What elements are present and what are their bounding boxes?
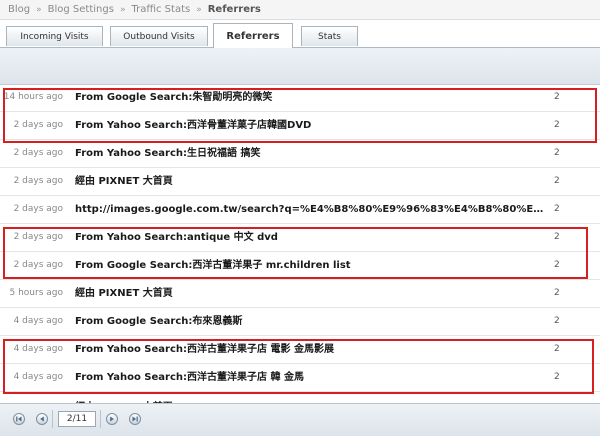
visit-count: 2 bbox=[554, 372, 560, 382]
referrer-source: 經由 PIXNET 大首頁 bbox=[75, 176, 173, 187]
breadcrumb-blog[interactable]: Blog bbox=[8, 4, 30, 15]
list-item[interactable]: 2 days ago From Google Search:西洋古董洋果子 mr… bbox=[0, 252, 600, 280]
list-item[interactable]: 2 days ago From Yahoo Search:生日祝福語 搞笑 2 bbox=[0, 140, 600, 168]
list-item[interactable]: 4 days ago From Yahoo Search:西洋古董洋果子店 韓 … bbox=[0, 364, 600, 392]
visit-time: 4 days ago bbox=[13, 316, 63, 326]
tab-outbound-visits[interactable]: Outbound Visits bbox=[110, 26, 208, 46]
visit-time: 2 days ago bbox=[13, 148, 63, 158]
referrer-source: From Google Search:朱智勛明亮的微笑 bbox=[75, 92, 273, 103]
last-page-button[interactable] bbox=[129, 413, 141, 425]
breadcrumb-traffic-stats[interactable]: Traffic Stats bbox=[131, 4, 190, 15]
referrer-source: 經由 PIXNET 大首頁 bbox=[75, 288, 173, 299]
visit-time: 14 hours ago bbox=[3, 92, 63, 102]
visit-count: 2 bbox=[554, 344, 560, 354]
tab-referrers[interactable]: Referrers bbox=[213, 23, 293, 48]
list-item[interactable]: 4 days ago From Yahoo Search:西洋古董洋果子店 電影… bbox=[0, 336, 600, 364]
visit-count: 2 bbox=[554, 260, 560, 270]
visit-count: 2 bbox=[554, 316, 560, 326]
visit-time: 2 days ago bbox=[13, 260, 63, 270]
referrer-source: From Yahoo Search:西洋古董洋果子店 電影 金馬影展 bbox=[75, 344, 334, 355]
referrer-source: From Yahoo Search:antique 中文 dvd bbox=[75, 232, 278, 243]
visit-time: 5 hours ago bbox=[9, 288, 64, 298]
next-page-button[interactable] bbox=[106, 413, 118, 425]
breadcrumb-separator: » bbox=[119, 4, 126, 15]
visit-time: 2 days ago bbox=[13, 232, 63, 242]
next-page-icon bbox=[110, 416, 114, 422]
previous-page-button[interactable] bbox=[36, 413, 48, 425]
referrer-source: From Google Search:布來恩義斯 bbox=[75, 316, 243, 327]
tab-incoming-visits[interactable]: Incoming Visits bbox=[6, 26, 103, 46]
referrer-source: http://images.google.com.tw/search?q=%E4… bbox=[75, 204, 545, 215]
referrer-source: From Yahoo Search:生日祝福語 搞笑 bbox=[75, 148, 261, 159]
referrer-source: From Yahoo Search:西洋古董洋果子店 韓 金馬 bbox=[75, 372, 304, 383]
first-page-button[interactable] bbox=[13, 413, 25, 425]
pagination-bar: 2/11 bbox=[0, 403, 600, 436]
tab-stats[interactable]: Stats bbox=[301, 26, 358, 46]
pager-divider bbox=[100, 410, 101, 428]
breadcrumb-separator: » bbox=[196, 4, 202, 15]
visit-count: 2 bbox=[554, 148, 560, 158]
visit-time: 2 days ago bbox=[13, 204, 63, 214]
list-item[interactable]: 5 hours ago 經由 PIXNET 大首頁 2 bbox=[0, 280, 600, 308]
visit-count: 2 bbox=[554, 120, 560, 130]
breadcrumb-separator: » bbox=[36, 4, 42, 15]
breadcrumb-blog-settings[interactable]: Blog Settings bbox=[48, 4, 114, 15]
pager-divider bbox=[52, 410, 53, 428]
list-item[interactable]: 2 days ago 經由 PIXNET 大首頁 2 bbox=[0, 168, 600, 196]
breadcrumb-referrers: Referrers bbox=[207, 4, 261, 15]
breadcrumb: Blog » Blog Settings » Traffic Stats » R… bbox=[0, 0, 600, 20]
referrer-source: From Yahoo Search:西洋骨董洋菓子店韓國DVD bbox=[75, 120, 312, 131]
list-item[interactable]: 4 days ago From Google Search:布來恩義斯 2 bbox=[0, 308, 600, 336]
list-item[interactable]: 2 days ago From Yahoo Search:antique 中文 … bbox=[0, 224, 600, 252]
first-page-icon bbox=[16, 416, 22, 422]
visit-count: 2 bbox=[554, 288, 560, 298]
list-item[interactable]: 14 hours ago From Google Search:朱智勛明亮的微笑… bbox=[0, 84, 600, 112]
previous-page-icon bbox=[40, 416, 44, 422]
list-item[interactable]: 2 days ago http://images.google.com.tw/s… bbox=[0, 196, 600, 224]
visit-count: 2 bbox=[554, 92, 560, 102]
visit-count: 2 bbox=[554, 176, 560, 186]
referrer-source: From Google Search:西洋古董洋果子 mr.children l… bbox=[75, 260, 351, 271]
last-page-icon bbox=[132, 416, 138, 422]
visit-time: 4 days ago bbox=[13, 372, 63, 382]
toolbar bbox=[0, 48, 600, 85]
tab-bar: Incoming Visits Outbound Visits Referrer… bbox=[0, 20, 600, 48]
visit-time: 2 days ago bbox=[13, 120, 63, 130]
visit-count: 2 bbox=[554, 204, 560, 214]
visit-count: 2 bbox=[554, 232, 560, 242]
page-number-input[interactable]: 2/11 bbox=[58, 411, 96, 427]
list-item[interactable]: 2 days ago From Yahoo Search:西洋骨董洋菓子店韓國D… bbox=[0, 112, 600, 140]
visit-time: 4 days ago bbox=[13, 344, 63, 354]
visit-time: 2 days ago bbox=[13, 176, 63, 186]
